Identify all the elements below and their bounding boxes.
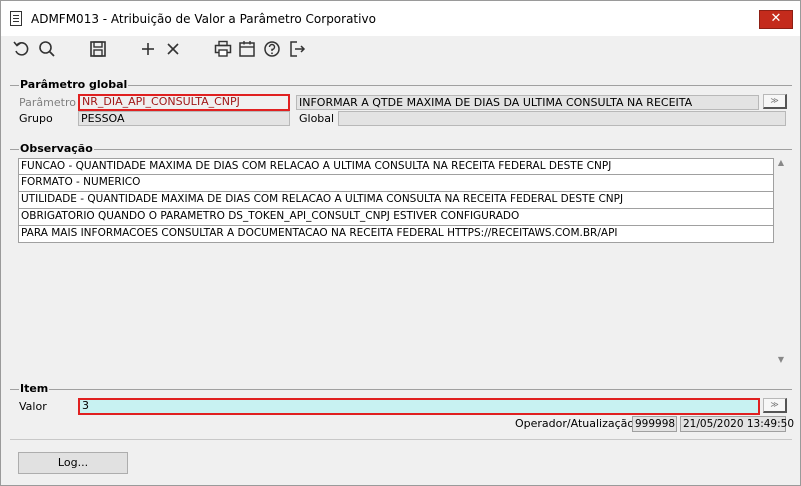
grupo-label: Grupo (19, 112, 53, 125)
help-icon[interactable] (261, 38, 283, 60)
item-legend: Item (19, 382, 50, 395)
observacao-scrollbar[interactable]: ▲ ▼ (775, 158, 787, 366)
operador-field: 999998 (632, 416, 677, 432)
global-field (338, 111, 786, 126)
document-icon (10, 11, 22, 26)
search-icon[interactable] (36, 38, 58, 60)
grupo-field: PESSOA (78, 111, 290, 126)
print-icon[interactable] (212, 38, 234, 60)
scroll-down-icon[interactable]: ▼ (776, 355, 786, 365)
atualizacao-field: 21/05/2020 13:49:50 (680, 416, 794, 432)
parametro-description-field: INFORMAR A QTDE MAXIMA DE DIAS DA ULTIMA… (296, 95, 759, 110)
window-title: ADMFM013 - Atribuição de Valor a Parâmet… (31, 12, 376, 26)
scroll-up-icon[interactable]: ▲ (776, 158, 786, 168)
valor-input[interactable]: 3 (78, 398, 760, 415)
parametro-lookup-button[interactable]: ≫ (763, 94, 787, 109)
title-bar: ADMFM013 - Atribuição de Valor a Parâmet… (1, 1, 800, 36)
list-item[interactable]: UTILIDADE - QUANTIDADE MAXIMA DE DIAS CO… (18, 192, 774, 209)
exit-icon[interactable] (286, 38, 308, 60)
divider (10, 439, 792, 440)
observacao-legend: Observação (19, 142, 94, 155)
parametro-field[interactable]: NR_DIA_API_CONSULTA_CNPJ (78, 94, 290, 111)
log-button[interactable]: Log... (18, 452, 128, 474)
parametro-label: Parâmetro (19, 96, 76, 109)
valor-label: Valor (19, 400, 47, 413)
delete-icon[interactable] (162, 38, 184, 60)
list-item[interactable]: FUNCAO - QUANTIDADE MAXIMA DE DIAS COM R… (18, 158, 774, 175)
list-item[interactable]: OBRIGATORIO QUANDO O PARAMETRO DS_TOKEN_… (18, 209, 774, 226)
toolbar (1, 36, 800, 64)
main-window: ADMFM013 - Atribuição de Valor a Parâmet… (0, 0, 801, 486)
operador-atualizacao-label: Operador/Atualização (515, 417, 635, 430)
valor-lookup-button[interactable]: ≫ (763, 398, 787, 413)
observacao-list[interactable]: FUNCAO - QUANTIDADE MAXIMA DE DIAS COM R… (18, 158, 774, 361)
global-label: Global (299, 112, 335, 125)
close-button[interactable]: ✕ (759, 10, 793, 29)
add-icon[interactable] (137, 38, 159, 60)
parametro-global-legend: Parâmetro global (19, 78, 129, 91)
save-icon[interactable] (87, 38, 109, 60)
list-item[interactable]: PARA MAIS INFORMACOES CONSULTAR A DOCUME… (18, 226, 774, 243)
refresh-icon[interactable] (11, 38, 33, 60)
list-item[interactable]: FORMATO - NUMERICO (18, 175, 774, 192)
calendar-icon[interactable] (236, 38, 258, 60)
